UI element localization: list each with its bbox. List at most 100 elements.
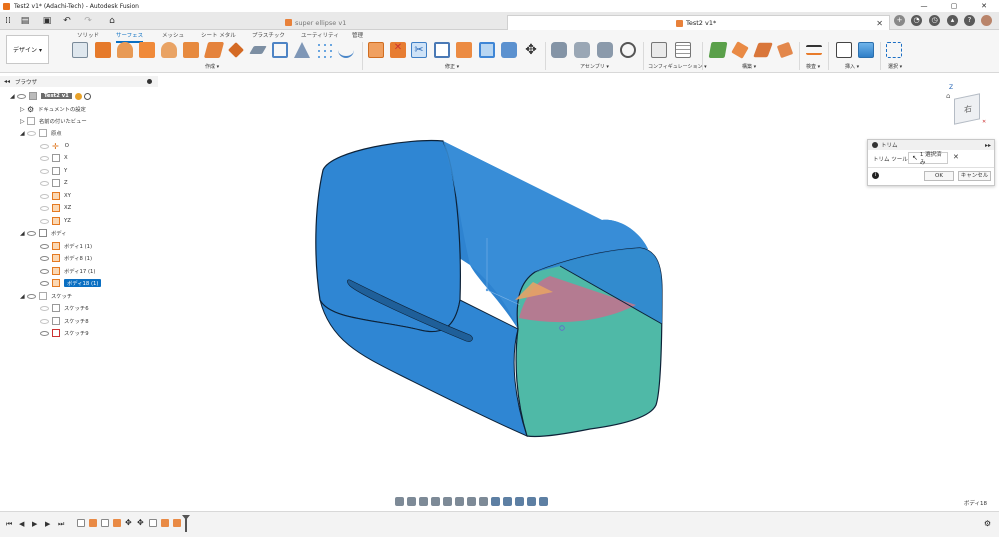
trim-active-icon[interactable]: ✂ [411,42,427,58]
tree-document-settings[interactable]: ▷ ⚙ ドキュメントの設定 [20,103,86,115]
expand-icon[interactable]: ◢ [20,293,27,300]
tree-body-17[interactable]: ボディ17 (1) [40,265,95,277]
construct-group-label[interactable]: 構築 ▾ [742,63,756,70]
insert-derive-icon[interactable] [836,42,852,58]
browser-header[interactable]: ◂◂ ブラウザ [0,76,158,87]
timeline-sketch-feature[interactable] [101,519,109,527]
tab-test2[interactable]: Test2 v1* ✕ [507,15,890,30]
trim-tool-selector[interactable]: ↖ 1 選択済み [908,152,948,166]
close-tab-icon[interactable]: ✕ [876,19,883,28]
tab-solid[interactable]: ソリッド [77,31,99,41]
visibility-icon[interactable] [40,180,49,186]
visibility-icon[interactable] [40,280,49,286]
fit-icon[interactable] [443,496,452,506]
save-icon[interactable]: ▣ [41,14,53,28]
tree-sketches[interactable]: ◢ スケッチ [20,290,72,302]
visibility-icon[interactable] [27,230,36,236]
timeline-play-icon[interactable]: ▶ [32,520,37,528]
ok-button[interactable]: OK [924,171,954,181]
tab-mesh[interactable]: メッシュ [162,31,184,41]
visibility-icon[interactable] [40,205,49,211]
tree-plane-xy[interactable]: XY [40,190,71,202]
file-menu-icon[interactable]: ▤ [18,14,32,28]
activate-radio[interactable] [83,92,91,100]
collapse-icon[interactable]: ◂◂ [4,78,11,85]
tab-manage[interactable]: 管理 [352,31,363,41]
offset-icon[interactable] [228,42,244,58]
tree-body-8[interactable]: ボディ8 (1) [40,252,92,264]
tab-super-ellipse[interactable]: super ellipse v1 [124,15,506,30]
minimize-button[interactable]: — [909,0,939,12]
select-group-label[interactable]: 選択 ▾ [888,63,902,70]
loft-icon[interactable] [161,42,177,58]
expand-icon[interactable]: ▷ [20,118,27,125]
timeline-end-icon[interactable]: ⏭ [58,520,64,529]
pyramid-icon[interactable] [294,42,310,58]
tree-named-views[interactable]: ▷ 名前の付いたビュー [20,115,87,127]
tab-sheet-metal[interactable]: シート メタル [201,31,236,41]
config-table-icon[interactable] [675,42,691,58]
timeline-surface-feature[interactable] [113,519,121,527]
expand-icon[interactable]: ◢ [20,130,27,137]
pan-icon[interactable] [419,496,428,506]
visibility-icon[interactable] [40,143,49,149]
visibility-icon[interactable] [40,255,49,261]
job-status-icon[interactable]: ◔ [911,15,922,26]
clear-selection-icon[interactable]: ✕ [953,153,959,161]
thicken-icon[interactable] [249,46,267,54]
display-settings-icon[interactable] [455,496,464,506]
select-icon[interactable] [886,42,902,58]
tree-sketch-6[interactable]: スケッチ6 [40,302,89,314]
visibility-icon[interactable] [40,318,49,324]
tree-sketch-8[interactable]: スケッチ8 [40,315,89,327]
as-built-joint-icon[interactable] [597,42,613,58]
visibility-icon[interactable] [40,243,49,249]
patch-icon[interactable] [183,42,199,58]
visibility-icon[interactable] [40,305,49,311]
grid-settings-icon[interactable] [467,496,476,506]
visibility-icon[interactable] [40,218,49,224]
tangent-plane-icon[interactable] [753,42,773,58]
section-analysis-icon[interactable] [491,496,500,506]
viewports-icon[interactable] [479,496,488,506]
timeline-move-feature[interactable]: ✥ [137,519,145,527]
visibility-icon[interactable] [17,93,26,99]
measure-icon[interactable] [806,45,822,55]
maximize-button[interactable]: ▢ [939,0,969,12]
home-view-icon[interactable]: ⌂ [946,92,950,100]
help-icon[interactable]: ? [964,15,975,26]
configuration-group-label[interactable]: コンフィギュレーション ▾ [648,63,707,70]
assembly-group-label[interactable]: アセンブリ ▾ [580,63,609,70]
boundary-fill-icon[interactable] [272,42,288,58]
dialog-expand-icon[interactable]: ▸▸ [985,142,991,149]
tree-axis-z[interactable]: Z [40,177,68,189]
environment-icon[interactable] [539,496,548,506]
timeline-trim-feature[interactable] [173,519,181,527]
revolve-icon[interactable] [117,42,133,58]
sweep-icon[interactable] [139,42,155,58]
press-pull-icon[interactable] [501,42,517,58]
look-at-icon[interactable] [407,496,416,506]
expand-icon[interactable]: ◢ [20,230,27,237]
tree-bodies[interactable]: ◢ ボディ [20,227,67,239]
orbit-icon[interactable] [395,496,404,506]
tree-plane-yz[interactable]: YZ [40,215,71,227]
motion-link-icon[interactable] [620,42,636,58]
tree-axis-x[interactable]: X [40,152,68,164]
timeline-start-icon[interactable]: ⏮ [6,520,12,529]
plane-at-angle-icon[interactable] [731,41,749,59]
pattern-icon[interactable] [316,42,332,58]
app-grid-icon[interactable]: ⁞⁞ [3,14,13,28]
tree-origin[interactable]: ◢ 原点 [20,127,62,139]
trim-dialog-header[interactable]: トリム ▸▸ [868,140,994,150]
cancel-button[interactable]: キャンセル [958,171,991,181]
canvas-icon[interactable] [858,42,874,58]
zoom-icon[interactable] [431,496,440,506]
configure-icon[interactable] [651,42,667,58]
visibility-icon[interactable] [27,130,36,136]
joint-icon[interactable] [574,42,590,58]
new-component-icon[interactable] [551,42,567,58]
viewcube[interactable]: Z ⌂ 右 ✕ [946,84,990,132]
info-icon[interactable]: i [872,172,879,179]
midplane-icon[interactable] [776,41,794,59]
